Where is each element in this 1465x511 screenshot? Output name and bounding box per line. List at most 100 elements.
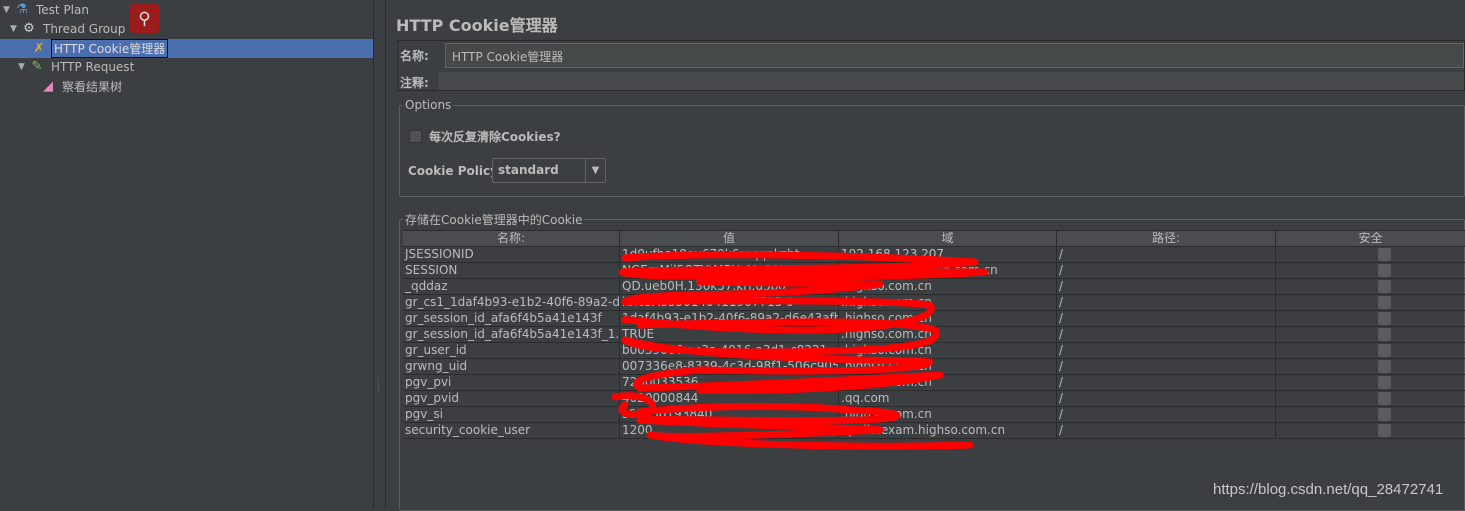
cell-path[interactable]: /	[1057, 247, 1276, 262]
cell-name[interactable]: grwng_uid	[403, 359, 620, 374]
cell-domain[interactable]: .highso.com.cn	[839, 311, 1057, 326]
table-row[interactable]: gr_user_id b0039066-ac3a-4916-a3d1-c8221…	[403, 343, 1465, 359]
cell-value[interactable]: QD.ueb0H.136k57.krj.u3po	[620, 279, 839, 294]
cell-path[interactable]: /	[1057, 279, 1276, 294]
table-row[interactable]: pgv_pvid 4020000844 .qq.com /	[403, 391, 1465, 407]
magnifier-icon[interactable]: ⚲	[130, 4, 159, 33]
cell-name[interactable]: security_cookie_user	[403, 423, 620, 438]
table-row[interactable]: pgv_si s61530193840 .highso.com.cn /	[403, 407, 1465, 423]
cell-secure	[1276, 359, 1465, 374]
cell-value[interactable]: b0039066-ac3a-4916-a3d1-c8221...	[620, 343, 839, 358]
cell-path[interactable]: /	[1057, 327, 1276, 342]
cell-path[interactable]: /	[1057, 295, 1276, 310]
cell-name[interactable]: pgv_pvi	[403, 375, 620, 390]
tree-item-test-plan[interactable]: ▼ ⚗ Test Plan	[3, 0, 91, 19]
expand-toggle-icon[interactable]: ▼	[18, 62, 28, 72]
table-row[interactable]: grwng_uid 007336e8-8339-4c3d-98f1-506c90…	[403, 359, 1465, 375]
secure-checkbox[interactable]	[1378, 408, 1391, 421]
cell-value[interactable]: 1daf4b93-e1b2-40f6-89a2-d6e43afb6	[620, 311, 839, 326]
tree-item-thread-group[interactable]: ▼ ⚙ Thread Group	[10, 19, 127, 38]
cell-domain[interactable]: .highso.com.cn	[839, 279, 1057, 294]
cell-path[interactable]: /	[1057, 375, 1276, 390]
secure-checkbox[interactable]	[1378, 312, 1391, 325]
split-pane-divider[interactable]	[374, 0, 386, 509]
cell-name[interactable]: gr_session_id_afa6f4b5a41e143f	[403, 311, 620, 326]
clear-cookies-checkbox[interactable]	[409, 130, 422, 143]
table-header: 名称: 值 域 路径: 安全	[403, 230, 1465, 247]
table-row[interactable]: pgv_pvi 7260033536 .highso.com.cn /	[403, 375, 1465, 391]
cell-domain[interactable]: apollo.exm.highso.com.cn	[839, 263, 1057, 278]
cell-value[interactable]: id%3A8550140411907715 0	[620, 295, 839, 310]
column-header-path[interactable]: 路径:	[1057, 231, 1276, 246]
comment-input[interactable]	[438, 72, 1464, 90]
tree-item-view-results-tree[interactable]: ◢ 察看结果树	[39, 77, 124, 96]
cell-value[interactable]: 1200...	[620, 423, 839, 438]
cell-domain[interactable]: .highso.com.cn	[839, 343, 1057, 358]
cell-secure	[1276, 343, 1465, 358]
table-row[interactable]: gr_cs1_1daf4b93-e1b2-40f6-89a2-d... id%3…	[403, 295, 1465, 311]
cell-value[interactable]: TRUE	[620, 327, 839, 342]
cell-value[interactable]: 007336e8-8339-4c3d-98f1-506c9052...	[620, 359, 839, 374]
cell-name[interactable]: pgv_si	[403, 407, 620, 422]
cell-value[interactable]: s61530193840	[620, 407, 839, 422]
expand-toggle-icon[interactable]: ▼	[3, 5, 13, 15]
cell-path[interactable]: /	[1057, 391, 1276, 406]
secure-checkbox[interactable]	[1378, 424, 1391, 437]
name-input[interactable]: HTTP Cookie管理器	[445, 43, 1464, 68]
cell-name[interactable]: gr_user_id	[403, 343, 620, 358]
secure-checkbox[interactable]	[1378, 280, 1391, 293]
cell-name[interactable]: SESSION	[403, 263, 620, 278]
cell-path[interactable]: /	[1057, 407, 1276, 422]
cell-path[interactable]: /	[1057, 423, 1276, 438]
cell-path[interactable]: /	[1057, 311, 1276, 326]
cell-name[interactable]: gr_session_id_afa6f4b5a41e143f_1...	[403, 327, 620, 342]
tree-item-http-request[interactable]: ▼ ✎ HTTP Request	[18, 57, 136, 76]
secure-checkbox[interactable]	[1378, 296, 1391, 309]
cell-value[interactable]: NGEmMil5OTYtMDYyMy00MDU2LWI1...	[620, 263, 839, 278]
cell-domain[interactable]: apollo.exam.highso.com.cn	[839, 423, 1057, 438]
cell-domain[interactable]: 192.168.123.207	[839, 247, 1057, 262]
table-row[interactable]: _qddaz QD.ueb0H.136k57.krj.u3po .highso.…	[403, 279, 1465, 295]
column-header-domain[interactable]: 域	[839, 231, 1057, 246]
cell-domain[interactable]: .highso.com.cn	[839, 327, 1057, 342]
cell-domain[interactable]: .highso.com.cn	[839, 375, 1057, 390]
secure-checkbox[interactable]	[1378, 328, 1391, 341]
cookies-table: 名称: 值 域 路径: 安全 JSESSIONID 1d0ufho18ou679…	[403, 230, 1465, 439]
table-row[interactable]: gr_session_id_afa6f4b5a41e143f 1daf4b93-…	[403, 311, 1465, 327]
cell-path[interactable]: /	[1057, 359, 1276, 374]
chevron-down-icon[interactable]: ▼	[585, 159, 605, 182]
cell-domain[interactable]: .highso.com.cn	[839, 295, 1057, 310]
cell-name[interactable]: _qddaz	[403, 279, 620, 294]
cell-domain[interactable]: .highso.com.cn	[839, 407, 1057, 422]
secure-checkbox[interactable]	[1378, 344, 1391, 357]
tree-item-cookie-manager[interactable]: ✗ HTTP Cookie管理器	[0, 39, 373, 58]
cell-name[interactable]: gr_cs1_1daf4b93-e1b2-40f6-89a2-d...	[403, 295, 620, 310]
cell-domain[interactable]: .highso.com.cn	[839, 359, 1057, 374]
splitter-grip-icon[interactable]: · · · · ·	[377, 376, 380, 396]
cell-value[interactable]: 1d0ufho18ou679k6mqqnkzht	[620, 247, 839, 262]
cell-name[interactable]: JSESSIONID	[403, 247, 620, 262]
column-header-value[interactable]: 值	[620, 231, 839, 246]
table-row[interactable]: JSESSIONID 1d0ufho18ou679k6mqqnkzht 192.…	[403, 247, 1465, 263]
column-header-name[interactable]: 名称:	[403, 231, 620, 246]
cell-path[interactable]: /	[1057, 343, 1276, 358]
secure-checkbox[interactable]	[1378, 248, 1391, 261]
cell-name[interactable]: pgv_pvid	[403, 391, 620, 406]
secure-checkbox[interactable]	[1378, 264, 1391, 277]
secure-checkbox[interactable]	[1378, 376, 1391, 389]
cookie-policy-select[interactable]: standard ▼	[492, 158, 606, 183]
cell-path[interactable]: /	[1057, 263, 1276, 278]
cell-secure	[1276, 311, 1465, 326]
expand-toggle-icon[interactable]: ▼	[10, 24, 20, 34]
secure-checkbox[interactable]	[1378, 392, 1391, 405]
cell-secure	[1276, 247, 1465, 262]
cell-value[interactable]: 7260033536	[620, 375, 839, 390]
column-header-secure[interactable]: 安全	[1276, 231, 1465, 246]
secure-checkbox[interactable]	[1378, 360, 1391, 373]
cell-domain[interactable]: .qq.com	[839, 391, 1057, 406]
table-row[interactable]: gr_session_id_afa6f4b5a41e143f_1... TRUE…	[403, 327, 1465, 343]
cell-secure	[1276, 375, 1465, 390]
table-row[interactable]: SESSION NGEmMil5OTYtMDYyMy00MDU2LWI1... …	[403, 263, 1465, 279]
table-row[interactable]: security_cookie_user 1200... apollo.exam…	[403, 423, 1465, 439]
cell-value[interactable]: 4020000844	[620, 391, 839, 406]
